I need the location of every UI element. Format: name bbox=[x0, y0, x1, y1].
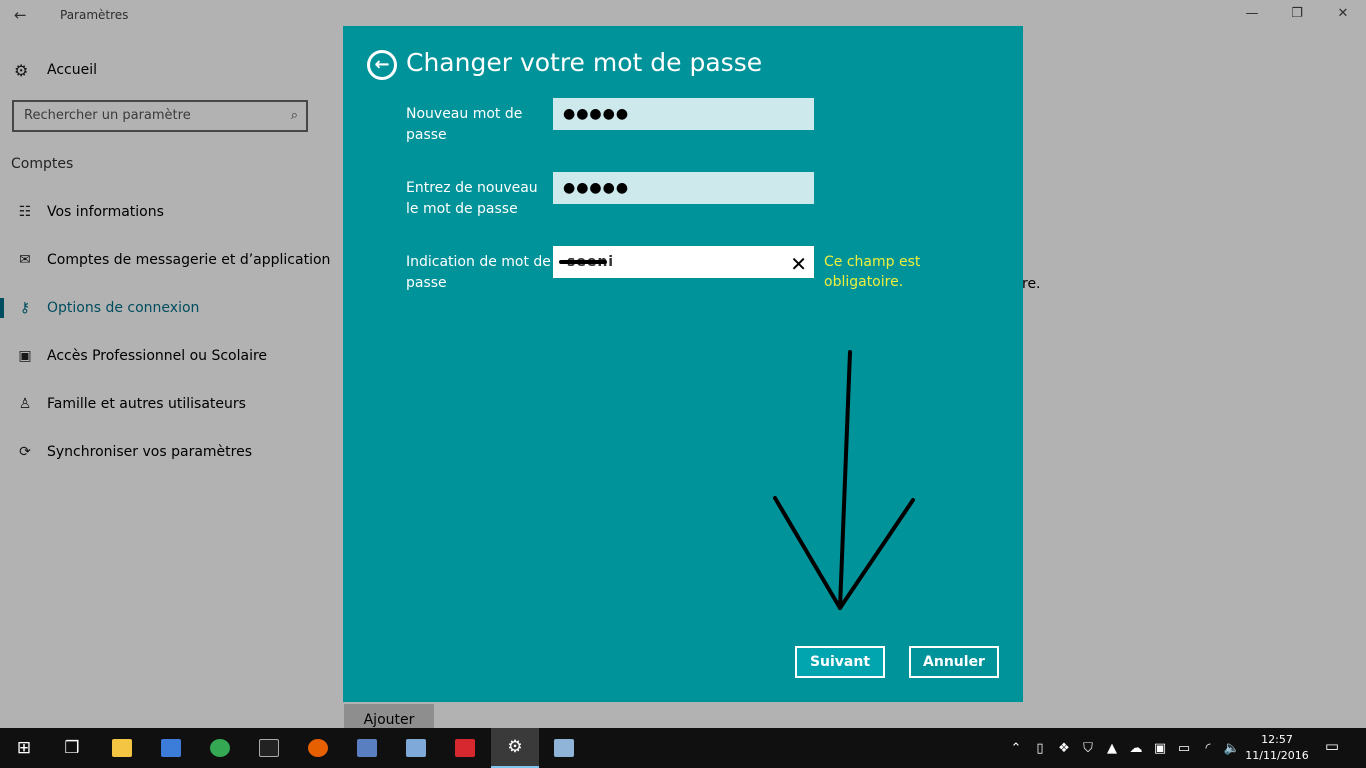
close-icon[interactable]: ✕ bbox=[1331, 6, 1355, 26]
new-password-label: Nouveau mot de passe bbox=[406, 106, 523, 143]
tray-usb-icon[interactable]: ▯ bbox=[1028, 741, 1052, 756]
change-password-dialog: ← Changer votre mot de passe Nouveau mot… bbox=[343, 26, 1023, 702]
firefox-icon bbox=[308, 739, 328, 757]
search-placeholder: Rechercher un paramètre bbox=[24, 108, 191, 123]
sidebar-home[interactable]: ⚙ Accueil bbox=[14, 58, 97, 82]
mail-icon: ✉ bbox=[19, 252, 31, 268]
sidebar-item-label: Famille et autres utilisateurs bbox=[47, 396, 246, 412]
briefcase-icon: ▣ bbox=[18, 348, 32, 364]
tray-dropbox-icon[interactable]: ❖ bbox=[1052, 741, 1076, 756]
computer-icon bbox=[161, 739, 181, 757]
window-title: Paramètres bbox=[60, 8, 129, 22]
taskbar: ⊞ ❒ ⚙ ⌃ ▯ ❖ ⛉ ▲ ☁ ▣ ▭ ◜ 🔈 12:57 11/11/20… bbox=[0, 728, 1366, 768]
dialog-title: Changer votre mot de passe bbox=[406, 48, 763, 77]
confirm-password-label: Entrez de nouveau le mot de passe bbox=[406, 180, 538, 217]
windows-logo-icon: ⊞ bbox=[16, 738, 32, 758]
terminal-icon bbox=[259, 739, 279, 757]
taskbar-virtualbox[interactable] bbox=[392, 728, 440, 768]
creative-cloud-icon bbox=[455, 739, 475, 757]
error-message: Ce champ est obligatoire. bbox=[824, 254, 921, 290]
clear-icon[interactable]: ✕ bbox=[790, 248, 808, 280]
cancel-button[interactable]: Annuler bbox=[909, 646, 999, 678]
system-tray: ⌃ ▯ ❖ ⛉ ▲ ☁ ▣ ▭ ◜ 🔈 bbox=[1004, 728, 1244, 768]
search-input[interactable]: Rechercher un paramètre ⌕ bbox=[12, 100, 308, 132]
sync-icon: ⟳ bbox=[19, 444, 31, 460]
section-label: Comptes bbox=[11, 156, 74, 172]
sidebar-item-label: Accès Professionnel ou Scolaire bbox=[47, 348, 268, 364]
password-hint-label: Indication de mot de passe bbox=[406, 254, 551, 291]
taskbar-firefox[interactable] bbox=[294, 728, 342, 768]
maximize-icon[interactable]: ❐ bbox=[1285, 6, 1309, 26]
notification-icon[interactable]: ▭ bbox=[1320, 737, 1344, 759]
chrome-icon bbox=[210, 739, 230, 757]
clock-date: 11/11/2016 bbox=[1245, 749, 1309, 762]
confirm-password-field[interactable]: ●●●●● bbox=[553, 172, 814, 204]
annotation-arrow-icon bbox=[773, 350, 915, 610]
redaction-scribble bbox=[559, 260, 607, 264]
sidebar-item-synchroniser[interactable]: ⟳ Synchroniser vos paramètres bbox=[0, 435, 340, 469]
sidebar-item-label: Synchroniser vos paramètres bbox=[47, 444, 252, 460]
sidebar-item-vos-informations[interactable]: ☷ Vos informations bbox=[0, 195, 340, 229]
document-icon bbox=[554, 739, 574, 757]
sidebar-item-acces-professionnel[interactable]: ▣ Accès Professionnel ou Scolaire bbox=[0, 339, 340, 373]
sidebar-home-label: Accueil bbox=[47, 62, 97, 78]
new-password-field[interactable]: ●●●●● bbox=[553, 98, 814, 130]
back-arrow-icon[interactable]: ← bbox=[14, 6, 36, 26]
tray-chevron-icon[interactable]: ⌃ bbox=[1004, 741, 1028, 756]
sidebar-item-label: Vos informations bbox=[47, 204, 164, 220]
taskbar-settings[interactable]: ⚙ bbox=[491, 728, 539, 768]
search-icon: ⌕ bbox=[290, 108, 298, 123]
person-icon: ♙ bbox=[18, 396, 32, 412]
tray-drive-icon[interactable]: ▲ bbox=[1100, 741, 1124, 756]
tray-battery-icon[interactable]: ▭ bbox=[1172, 741, 1196, 756]
tray-app-icon[interactable]: ▣ bbox=[1148, 741, 1172, 756]
start-button[interactable]: ⊞ bbox=[0, 728, 48, 768]
minimize-icon[interactable]: — bbox=[1240, 6, 1264, 26]
gear-icon: ⚙ bbox=[507, 737, 523, 757]
sidebar-item-label: Comptes de messagerie et d’application bbox=[47, 252, 331, 268]
key-icon: ⚷ bbox=[19, 300, 31, 316]
next-button[interactable]: Suivant bbox=[795, 646, 885, 678]
taskbar-creative-cloud[interactable] bbox=[441, 728, 489, 768]
taskbar-file-explorer[interactable] bbox=[98, 728, 146, 768]
background-partial-text: re. bbox=[1022, 276, 1041, 292]
cube-icon bbox=[406, 739, 426, 757]
person-list-icon: ☷ bbox=[18, 204, 32, 220]
folder-icon bbox=[112, 739, 132, 757]
taskbar-app-11[interactable] bbox=[540, 728, 588, 768]
gear-icon: ⚙ bbox=[14, 60, 29, 80]
task-view-button[interactable]: ❒ bbox=[48, 728, 96, 768]
back-arrow-icon[interactable]: ← bbox=[367, 50, 397, 80]
sidebar-item-comptes-messagerie[interactable]: ✉ Comptes de messagerie et d’application bbox=[0, 243, 340, 277]
sidebar-item-famille[interactable]: ♙ Famille et autres utilisateurs bbox=[0, 387, 340, 421]
tray-cloud-icon[interactable]: ☁ bbox=[1124, 741, 1148, 756]
clock-time: 12:57 bbox=[1261, 733, 1293, 746]
clock[interactable]: 12:57 11/11/2016 bbox=[1240, 732, 1314, 764]
task-view-icon: ❒ bbox=[64, 738, 80, 758]
monitor-icon bbox=[357, 739, 377, 757]
taskbar-app-7[interactable] bbox=[343, 728, 391, 768]
taskbar-chrome[interactable] bbox=[196, 728, 244, 768]
sidebar-item-label: Options de connexion bbox=[47, 300, 200, 316]
tray-shield-icon[interactable]: ⛉ bbox=[1076, 741, 1100, 756]
taskbar-cmd[interactable] bbox=[245, 728, 293, 768]
tray-wifi-icon[interactable]: ◜ bbox=[1196, 741, 1220, 756]
password-hint-field[interactable]: seeni ✕ bbox=[553, 246, 814, 278]
taskbar-app-2[interactable] bbox=[147, 728, 195, 768]
sidebar-item-options-connexion[interactable]: ⚷ Options de connexion bbox=[0, 291, 340, 325]
